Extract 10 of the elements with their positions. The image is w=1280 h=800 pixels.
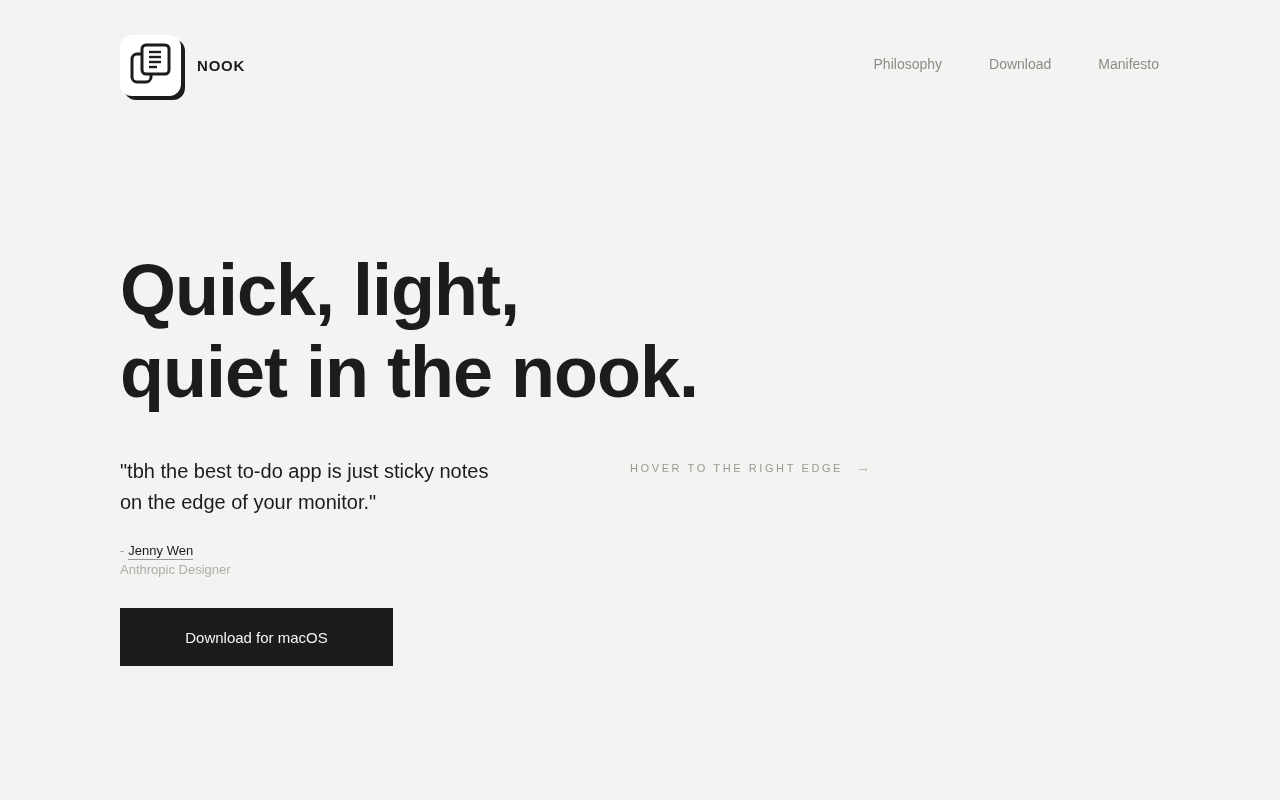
hover-hint: HOVER TO THE RIGHT EDGE: [630, 462, 843, 474]
headline: Quick, light, quiet in the nook.: [120, 249, 698, 413]
author-link[interactable]: Jenny Wen: [128, 543, 194, 560]
download-button[interactable]: Download for macOS: [120, 608, 393, 666]
author-role: Anthropic Designer: [120, 561, 231, 579]
logo-icon[interactable]: [120, 35, 186, 101]
testimonial-quote: "tbh the best to-do app is just sticky notes on the edge of your monitor.": [120, 459, 490, 515]
attribution-dash: -: [120, 542, 125, 560]
brand-name[interactable]: NOOK: [197, 56, 246, 74]
arrow-right-icon: [859, 466, 868, 472]
